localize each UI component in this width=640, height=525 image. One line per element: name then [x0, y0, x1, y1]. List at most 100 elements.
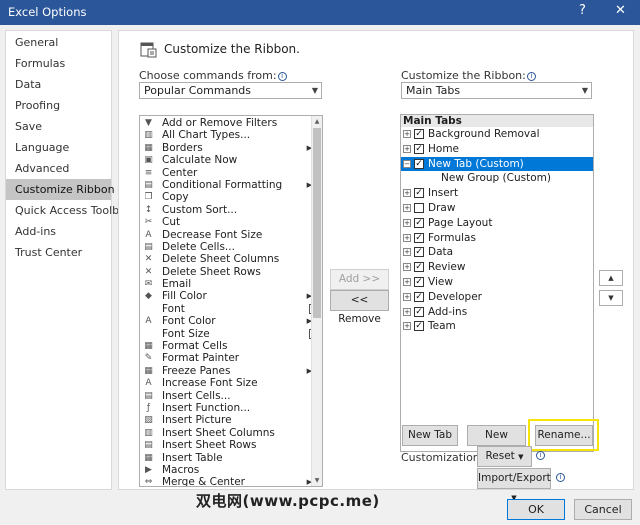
- expand-icon[interactable]: +: [403, 233, 411, 242]
- tab-checkbox[interactable]: ✓: [414, 143, 424, 154]
- close-button[interactable]: ✕: [615, 3, 626, 18]
- expand-icon[interactable]: +: [403, 322, 411, 331]
- expand-icon[interactable]: +: [403, 130, 411, 138]
- command-item[interactable]: ≡ Center: [140, 167, 322, 179]
- command-item[interactable]: ▥ All Chart Types...: [140, 129, 322, 141]
- command-item[interactable]: ✕ Delete Sheet Columns: [140, 253, 322, 265]
- tab-checkbox[interactable]: ✓: [414, 158, 424, 169]
- tab-checkbox[interactable]: ✓: [414, 306, 424, 317]
- expand-icon[interactable]: +: [403, 218, 411, 227]
- command-item[interactable]: ▶ Macros: [140, 464, 322, 476]
- expand-icon[interactable]: +: [403, 189, 411, 198]
- help-button[interactable]: ?: [579, 3, 586, 18]
- ribbon-tab-item[interactable]: + Draw: [401, 201, 593, 216]
- collapse-icon[interactable]: −: [403, 159, 411, 168]
- cancel-button[interactable]: Cancel: [574, 499, 632, 520]
- ribbon-tab-item[interactable]: + ✓ Insert: [401, 186, 593, 201]
- nav-item-quick-access-toolbar[interactable]: Quick Access Toolbar: [6, 200, 130, 221]
- nav-item-language[interactable]: Language: [6, 137, 111, 158]
- commands-scrollbar[interactable]: ▲ ▼: [311, 116, 322, 486]
- command-item[interactable]: ▦ Freeze Panes ▶: [140, 365, 322, 377]
- expand-icon[interactable]: +: [403, 248, 411, 257]
- nav-item-advanced[interactable]: Advanced: [6, 158, 111, 179]
- command-item[interactable]: ▤ Conditional Formatting ▶: [140, 179, 322, 191]
- command-item[interactable]: ▦ Format Cells: [140, 340, 322, 352]
- command-item[interactable]: ▤ Insert Cells...: [140, 390, 322, 402]
- ribbon-tab-item[interactable]: + ✓ Add-ins: [401, 305, 593, 320]
- scroll-thumb[interactable]: [313, 128, 321, 318]
- nav-item-proofing[interactable]: Proofing: [6, 95, 111, 116]
- command-item[interactable]: Font Size▾: [140, 328, 322, 340]
- move-down-button[interactable]: ▼: [599, 290, 623, 306]
- ribbon-tab-item[interactable]: + ✓ Home: [401, 142, 593, 157]
- expand-icon[interactable]: +: [403, 307, 411, 316]
- command-item[interactable]: ✎ Format Painter: [140, 352, 322, 364]
- command-item[interactable]: ✕ Delete Sheet Rows: [140, 266, 322, 278]
- expand-icon[interactable]: +: [403, 292, 411, 301]
- tab-checkbox[interactable]: [414, 202, 424, 213]
- import-export-button[interactable]: Import/Export ▼: [477, 468, 551, 502]
- scroll-up-icon[interactable]: ▲: [312, 116, 322, 127]
- command-item[interactable]: ↕ Custom Sort...: [140, 204, 322, 216]
- nav-item-customize-ribbon[interactable]: Customize Ribbon: [6, 179, 115, 200]
- nav-item-formulas[interactable]: Formulas: [6, 53, 111, 74]
- ribbon-group-item[interactable]: New Group (Custom): [401, 171, 593, 186]
- nav-item-data[interactable]: Data: [6, 74, 111, 95]
- nav-item-save[interactable]: Save: [6, 116, 111, 137]
- command-item[interactable]: ƒ Insert Function...: [140, 402, 322, 414]
- tab-checkbox[interactable]: ✓: [414, 232, 424, 243]
- ok-button[interactable]: OK: [507, 499, 565, 520]
- command-item[interactable]: ▦ Insert Table: [140, 452, 322, 464]
- command-item[interactable]: ✉ Email: [140, 278, 322, 290]
- tab-checkbox[interactable]: ✓: [414, 129, 424, 139]
- expand-icon[interactable]: +: [403, 277, 411, 286]
- commands-list[interactable]: ▼ Add or Remove Filters ▥ All Chart Types..…: [139, 115, 323, 487]
- customize-ribbon-dropdown[interactable]: Main Tabs ▼: [401, 82, 592, 99]
- tab-checkbox[interactable]: ✓: [414, 291, 424, 302]
- nav-item-trust-center[interactable]: Trust Center: [6, 242, 111, 263]
- command-item[interactable]: ◆ Fill Color ▶: [140, 290, 322, 302]
- ribbon-tab-item[interactable]: + ✓ Team: [401, 319, 593, 334]
- command-item[interactable]: ▼ Add or Remove Filters: [140, 117, 322, 129]
- tab-checkbox[interactable]: ✓: [414, 321, 424, 332]
- remove-button[interactable]: << Remove: [330, 290, 389, 325]
- ribbon-tab-item[interactable]: + ✓ Background Removal: [401, 127, 593, 142]
- scroll-down-icon[interactable]: ▼: [312, 475, 322, 486]
- command-item[interactable]: A Increase Font Size: [140, 377, 322, 389]
- command-item[interactable]: Font▾: [140, 303, 322, 315]
- move-up-button[interactable]: ▲: [599, 270, 623, 286]
- tab-checkbox[interactable]: ✓: [414, 247, 424, 258]
- ribbon-tab-item[interactable]: − ✓ New Tab (Custom): [401, 156, 593, 172]
- new-group-button[interactable]: New Group: [467, 425, 526, 460]
- reset-button[interactable]: Reset ▼: [477, 446, 532, 467]
- ribbon-tab-item[interactable]: + ✓ View: [401, 275, 593, 290]
- tab-checkbox[interactable]: ✓: [414, 217, 424, 228]
- command-item[interactable]: ❐ Copy: [140, 191, 322, 203]
- tab-checkbox[interactable]: ✓: [414, 276, 424, 287]
- ribbon-tab-item[interactable]: + ✓ Page Layout: [401, 216, 593, 231]
- tab-checkbox[interactable]: ✓: [414, 188, 424, 199]
- expand-icon[interactable]: +: [403, 203, 411, 212]
- add-button[interactable]: Add >>: [330, 269, 389, 290]
- command-item[interactable]: A Font Color ▶: [140, 315, 322, 327]
- ribbon-tab-item[interactable]: + ✓ Data: [401, 245, 593, 260]
- command-item[interactable]: ▣ Calculate Now: [140, 154, 322, 166]
- ribbon-tab-item[interactable]: + ✓ Developer: [401, 290, 593, 305]
- expand-icon[interactable]: +: [403, 144, 411, 153]
- expand-icon[interactable]: +: [403, 263, 411, 272]
- command-item[interactable]: ▥ Insert Sheet Columns: [140, 427, 322, 439]
- command-item[interactable]: ▤ Delete Cells...: [140, 241, 322, 253]
- ribbon-tabs-tree[interactable]: Main Tabs + ✓ Background Removal + ✓ Home − ✓ Ne…: [400, 114, 594, 452]
- nav-item-general[interactable]: General: [6, 32, 111, 53]
- command-item[interactable]: ▤ Insert Sheet Rows: [140, 439, 322, 451]
- command-item[interactable]: ▦ Borders ▶: [140, 142, 322, 154]
- ribbon-tab-item[interactable]: + ✓ Review: [401, 260, 593, 275]
- command-item[interactable]: ✂ Cut: [140, 216, 322, 228]
- nav-item-add-ins[interactable]: Add-ins: [6, 221, 111, 242]
- command-item[interactable]: A Decrease Font Size: [140, 229, 322, 241]
- choose-commands-dropdown[interactable]: Popular Commands ▼: [139, 82, 322, 99]
- command-item[interactable]: ⇔ Merge & Center ▶: [140, 476, 322, 486]
- ribbon-tab-item[interactable]: + ✓ Formulas: [401, 231, 593, 246]
- tab-checkbox[interactable]: ✓: [414, 262, 424, 273]
- command-item[interactable]: ▨ Insert Picture: [140, 414, 322, 426]
